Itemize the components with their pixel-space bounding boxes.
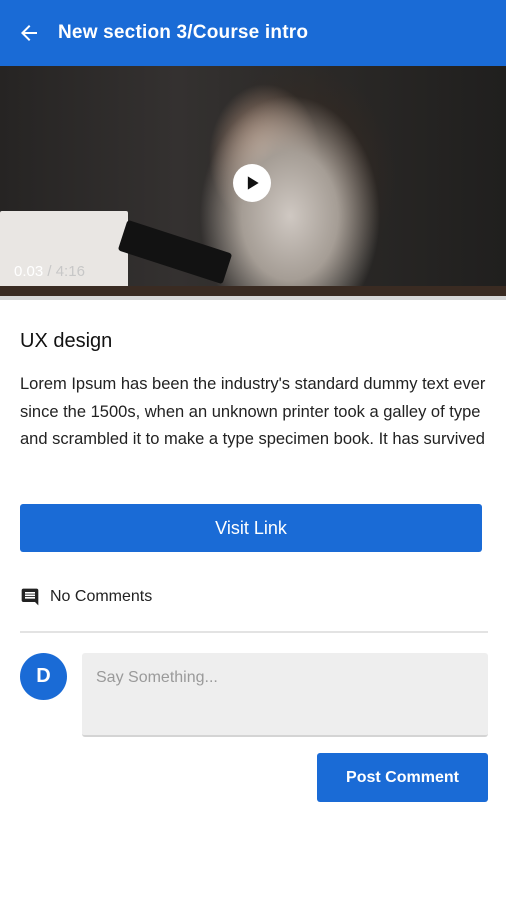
comments-summary: No Comments [20,587,152,607]
avatar: D [20,653,67,700]
course-title: UX design [20,330,113,352]
visit-link-button[interactable]: Visit Link [20,504,482,552]
back-button[interactable] [16,20,42,46]
app-bar: New section 3/Course intro [0,0,506,66]
time-separator: / [43,263,56,280]
play-button[interactable] [233,164,271,202]
comments-count-label: No Comments [50,588,153,605]
post-comment-button[interactable]: Post Comment [317,753,488,802]
duration: 4:16 [55,263,85,280]
video-player[interactable]: 0.03 / 4:16 [0,66,506,300]
current-time: 0.03 [14,263,44,280]
divider [20,631,488,633]
play-icon [247,176,259,190]
video-progress-track[interactable] [0,296,506,300]
course-description: Lorem Ipsum has been the industry's stan… [20,375,486,448]
comment-input[interactable] [82,653,488,737]
page-title: New section 3/Course intro [58,22,309,43]
comment-icon [21,588,39,606]
arrow-back-icon [21,25,37,41]
video-time: 0.03 / 4:16 [14,263,85,280]
